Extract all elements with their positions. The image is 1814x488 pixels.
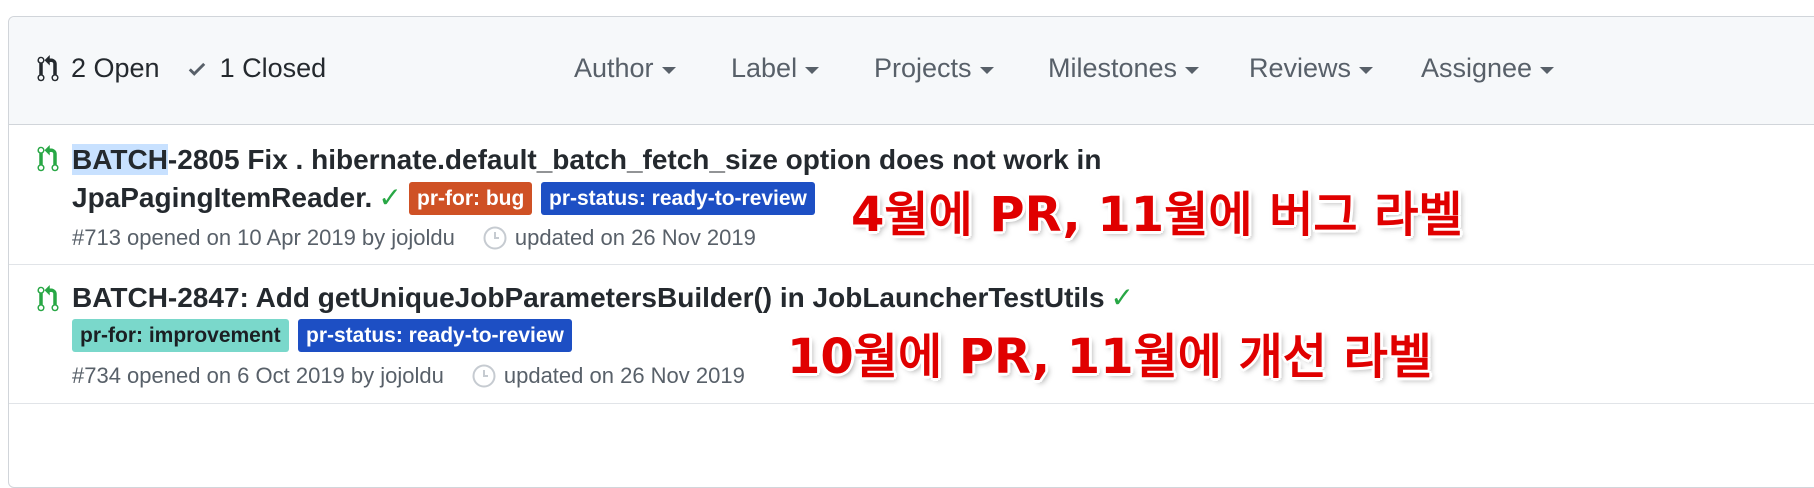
assignee-filter-label: Assignee — [1421, 53, 1533, 83]
pull-request-row[interactable]: BATCH-2847: Add getUniqueJobParametersBu… — [9, 265, 1814, 404]
title-text: BATCH-2847: Add getUniqueJobParametersBu… — [72, 282, 1105, 313]
state-toggles: 2 Open 1 Closed — [37, 53, 352, 84]
pull-request-icon — [37, 54, 59, 81]
caret-down-icon — [979, 66, 994, 74]
reviews-filter-label: Reviews — [1249, 53, 1352, 83]
open-count-label: 2 Open — [71, 53, 160, 83]
caret-down-icon — [1540, 66, 1555, 74]
caret-down-icon — [1359, 66, 1374, 74]
annotation-text: 4월에 PR, 11월에 버그 라벨 — [851, 187, 1463, 243]
projects-filter-label: Projects — [874, 53, 972, 83]
pull-request-title-link[interactable]: BATCH-2805 Fix . hibernate.default_batch… — [72, 141, 1101, 179]
status-check-icon[interactable]: ✓ — [1111, 282, 1134, 313]
pull-request-list: 2 Open 1 Closed Author Label Projects Mi… — [8, 16, 1814, 488]
open-pull-request-icon — [37, 285, 59, 312]
opened-info: #734 opened on 6 Oct 2019 by jojoldu — [72, 363, 444, 388]
annotation-text: 10월에 PR, 11월에 개선 라벨 — [787, 329, 1432, 385]
reviews-filter[interactable]: Reviews — [1249, 53, 1374, 84]
check-icon — [188, 62, 205, 76]
assignee-filter[interactable]: Assignee — [1421, 53, 1555, 84]
list-header: 2 Open 1 Closed Author Label Projects Mi… — [9, 17, 1814, 125]
highlighted-text: BATCH — [72, 144, 168, 175]
caret-down-icon — [661, 66, 676, 74]
label-filter[interactable]: Label — [731, 53, 820, 84]
updated-info: updated on 26 Nov 2019 — [514, 225, 756, 250]
open-pull-request-icon — [37, 145, 59, 172]
author-filter-label: Author — [574, 53, 654, 83]
title-text: -2805 Fix . hibernate.default_batch_fetc… — [167, 144, 1102, 175]
open-filter[interactable]: 2 Open — [37, 53, 160, 84]
clock-icon — [472, 364, 496, 388]
label-pr-status-ready-to-review[interactable]: pr-status: ready-to-review — [541, 182, 815, 215]
milestones-filter[interactable]: Milestones — [1048, 53, 1200, 84]
author-filter[interactable]: Author — [574, 53, 676, 84]
clock-icon — [483, 226, 507, 250]
closed-filter[interactable]: 1 Closed — [186, 53, 327, 84]
label-pr-status-ready-to-review[interactable]: pr-status: ready-to-review — [298, 319, 572, 352]
pull-request-meta: #713 opened on 10 Apr 2019 by jojoldu up… — [72, 225, 756, 251]
updated-info: updated on 26 Nov 2019 — [503, 363, 745, 388]
caret-down-icon — [805, 66, 820, 74]
closed-count-label: 1 Closed — [219, 53, 327, 83]
label-pr-for-bug[interactable]: pr-for: bug — [409, 182, 533, 215]
pull-request-title-link[interactable]: BATCH-2847: Add getUniqueJobParametersBu… — [72, 279, 1134, 317]
milestones-filter-label: Milestones — [1048, 53, 1178, 83]
status-check-icon[interactable]: ✓ — [378, 182, 401, 213]
label-pr-for-improvement[interactable]: pr-for: improvement — [72, 319, 289, 352]
pull-request-row[interactable]: BATCH-2805 Fix . hibernate.default_batch… — [9, 125, 1814, 265]
label-filter-label: Label — [731, 53, 798, 83]
pull-request-title-link-continued[interactable]: JpaPagingItemReader. ✓ — [72, 179, 402, 217]
opened-info: #713 opened on 10 Apr 2019 by jojoldu — [72, 225, 455, 250]
caret-down-icon — [1185, 66, 1200, 74]
projects-filter[interactable]: Projects — [874, 53, 994, 84]
title-text: JpaPagingItemReader. — [72, 182, 373, 213]
pull-request-meta: #734 opened on 6 Oct 2019 by jojoldu upd… — [72, 363, 745, 389]
